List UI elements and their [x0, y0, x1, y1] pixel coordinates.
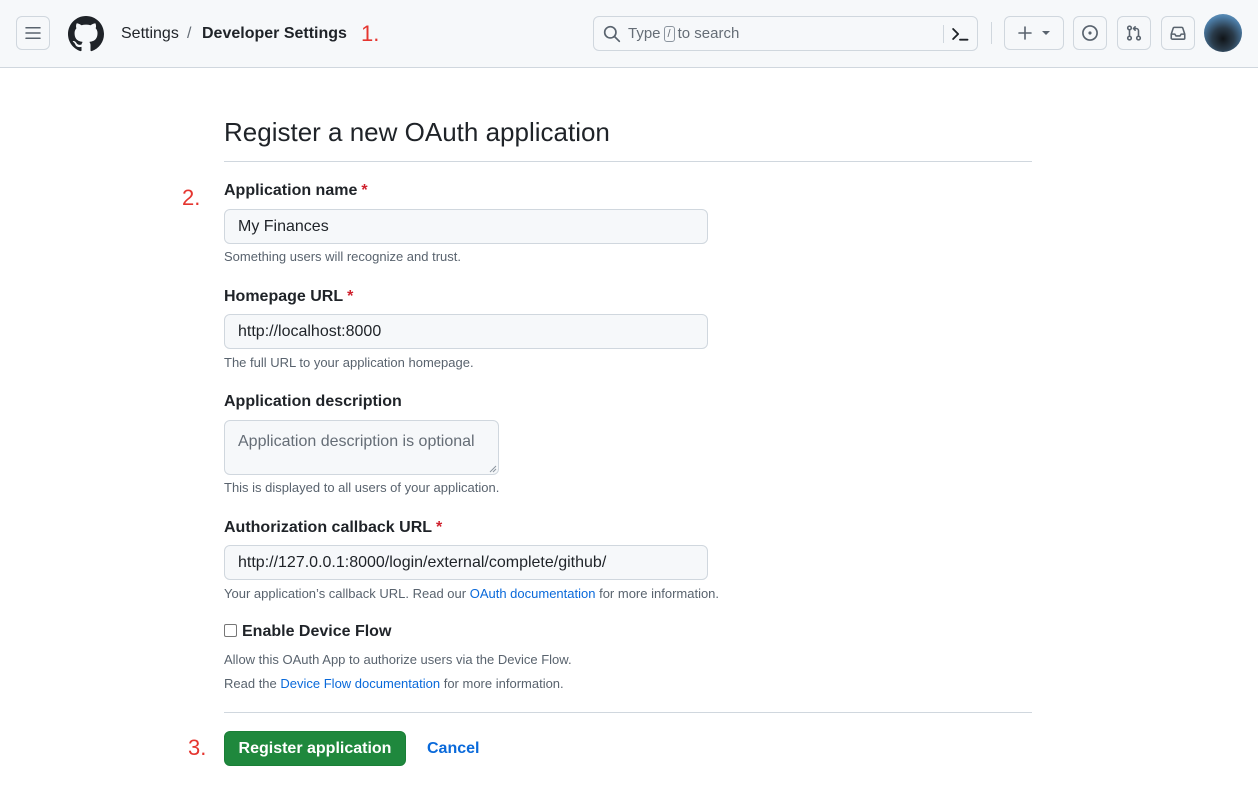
homepage-url-note: The full URL to your application homepag… — [224, 355, 474, 370]
inbox-icon — [1170, 26, 1186, 40]
resize-handle-icon[interactable] — [489, 465, 497, 473]
device-flow-note: Allow this OAuth App to authorize users … — [224, 652, 572, 667]
callback-url-note: Your application’s callback URL. Read ou… — [224, 586, 720, 601]
oauth-documentation-link[interactable]: OAuth documentation — [470, 586, 596, 601]
required-mark: * — [436, 519, 443, 536]
annotation-step-1: 1. — [361, 21, 380, 46]
hamburger-icon — [25, 27, 41, 39]
cancel-link[interactable]: Cancel — [427, 740, 479, 758]
search-input[interactable]: Type / to search — [593, 16, 978, 51]
command-palette-icon[interactable] — [950, 24, 970, 44]
create-new-button[interactable] — [1004, 16, 1064, 50]
inbox-button[interactable] — [1161, 16, 1195, 50]
annotation-step-2: 2. — [182, 185, 201, 210]
pull-request-icon — [1126, 25, 1142, 41]
chevron-down-icon — [1042, 31, 1050, 35]
search-placeholder: Type / to search — [628, 25, 740, 42]
breadcrumb-developer-settings[interactable]: Developer Settings — [202, 24, 347, 44]
enable-device-flow-checkbox[interactable] — [224, 624, 237, 637]
callback-url-label: Authorization callback URL * — [224, 519, 443, 536]
register-application-button[interactable]: Register application — [224, 731, 406, 766]
open-menu-button[interactable] — [16, 16, 50, 50]
breadcrumb-separator: / — [187, 25, 192, 42]
header-divider — [991, 22, 992, 44]
app-description-label: Application description — [224, 393, 402, 410]
pull-requests-button[interactable] — [1117, 16, 1151, 50]
form-footer-divider — [224, 712, 1032, 713]
issues-button[interactable] — [1073, 16, 1107, 50]
device-flow-docs-note: Read the Device Flow documentation for m… — [224, 676, 564, 691]
global-header: Settings / Developer Settings 1. Type / to… — [0, 0, 1258, 68]
user-avatar[interactable] — [1204, 14, 1242, 52]
title-divider — [224, 161, 1032, 162]
app-description-note: This is displayed to all users of your a… — [224, 480, 500, 495]
required-mark: * — [347, 288, 354, 305]
annotation-step-3: 3. — [188, 735, 207, 760]
search-divider — [943, 25, 944, 43]
app-name-note: Something users will recognize and trust… — [224, 249, 462, 264]
homepage-url-label: Homepage URL * — [224, 288, 354, 305]
slash-key-hint: / — [663, 26, 675, 42]
page-title: Register a new OAuth application — [224, 117, 610, 147]
required-mark: * — [361, 182, 368, 199]
search-icon — [603, 25, 621, 43]
device-flow-documentation-link[interactable]: Device Flow documentation — [280, 676, 440, 691]
app-name-field[interactable]: My Finances — [224, 209, 708, 244]
enable-device-flow-label[interactable]: Enable Device Flow — [242, 623, 391, 641]
callback-url-field[interactable]: http://127.0.0.1:8000/login/external/com… — [224, 545, 708, 580]
github-logo-icon[interactable] — [68, 16, 104, 52]
breadcrumb-settings[interactable]: Settings — [121, 24, 179, 44]
homepage-url-field[interactable]: http://localhost:8000 — [224, 314, 708, 349]
issues-icon — [1082, 25, 1098, 41]
app-name-label: Application name * — [224, 182, 368, 199]
plus-icon — [1018, 26, 1032, 40]
app-description-field[interactable]: Application description is optional — [224, 420, 499, 475]
